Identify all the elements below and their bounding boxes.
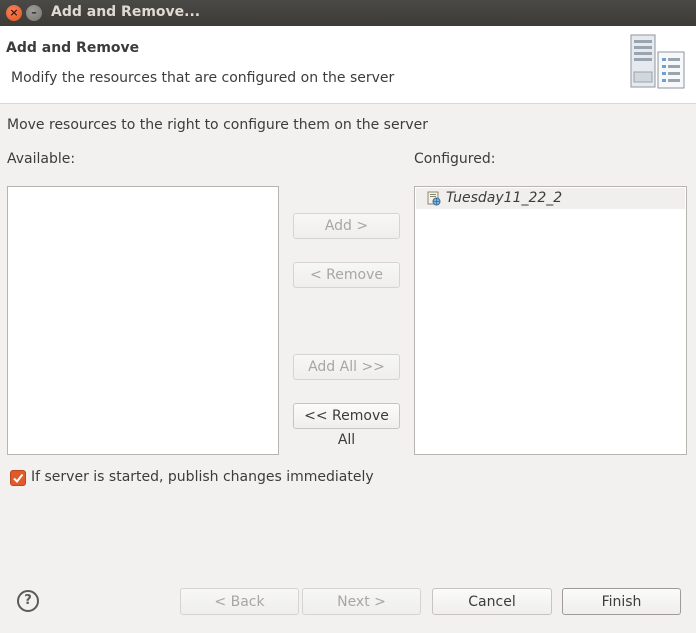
next-button[interactable]: Next > xyxy=(302,588,421,615)
configured-list[interactable]: Tuesday11_22_2 xyxy=(414,186,687,455)
instruction-text: Move resources to the right to configure… xyxy=(7,117,428,133)
window-title: Add and Remove... xyxy=(51,4,201,20)
list-item[interactable]: Tuesday11_22_2 xyxy=(416,188,685,209)
finish-button[interactable]: Finish xyxy=(562,588,681,615)
publish-immediately-checkbox[interactable] xyxy=(10,470,26,486)
available-list[interactable] xyxy=(7,186,279,455)
available-label: Available: xyxy=(7,151,76,167)
configured-label: Configured: xyxy=(414,151,496,167)
add-button[interactable]: Add > xyxy=(293,213,400,239)
remove-all-button[interactable]: << Remove All xyxy=(293,403,400,448)
close-window-icon[interactable]: × xyxy=(6,5,22,21)
page-description: Modify the resources that are configured… xyxy=(11,70,395,86)
back-button[interactable]: < Back xyxy=(180,588,299,615)
publish-immediately-label[interactable]: If server is started, publish changes im… xyxy=(31,469,374,485)
checkmark-icon xyxy=(13,473,24,484)
server-wizard-icon xyxy=(628,32,694,94)
cancel-button[interactable]: Cancel xyxy=(432,588,552,615)
minimize-window-icon[interactable]: – xyxy=(26,5,42,21)
web-module-icon xyxy=(427,191,441,206)
remove-button[interactable]: < Remove xyxy=(293,262,400,288)
add-all-button[interactable]: Add All >> xyxy=(293,354,400,380)
help-icon[interactable]: ? xyxy=(17,590,39,612)
wizard-header: Add and Remove Modify the resources that… xyxy=(0,26,696,104)
page-title: Add and Remove xyxy=(6,40,140,56)
configured-item-label: Tuesday11_22_2 xyxy=(446,190,563,206)
title-bar: × – Add and Remove... xyxy=(0,0,696,26)
